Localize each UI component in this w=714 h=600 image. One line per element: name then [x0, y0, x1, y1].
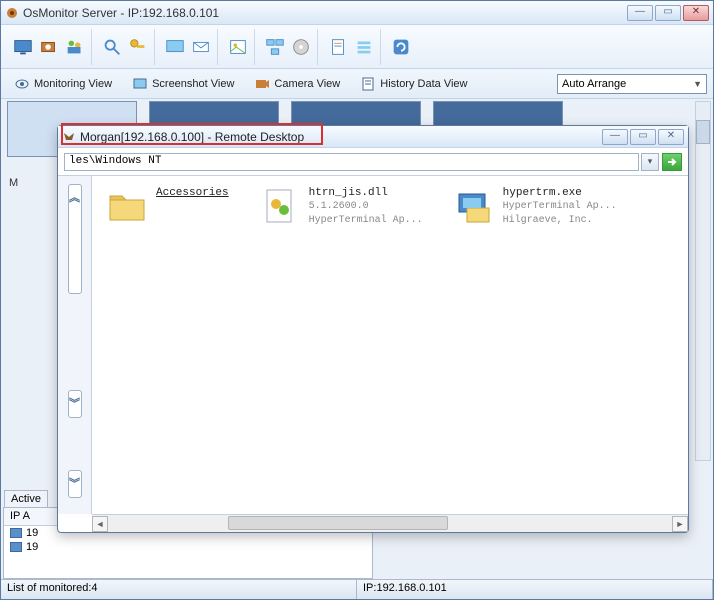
- terminal-icon: [453, 186, 495, 228]
- path-field[interactable]: les\Windows NT: [64, 153, 639, 171]
- key-icon[interactable]: [126, 35, 150, 59]
- sub-title-text: Morgan[192.168.0.100] - Remote Desktop: [80, 130, 602, 144]
- refresh-icon[interactable]: [389, 35, 413, 59]
- chevron-down-icon: ︾: [69, 475, 80, 491]
- chevron-up-icon: ︽: [69, 189, 80, 205]
- status-bar: List of monitored:4 IP:192.168.0.101: [1, 579, 713, 599]
- scroll-left-button[interactable]: ◄: [92, 516, 108, 532]
- display-icon[interactable]: [163, 35, 187, 59]
- monitoring-label: Monitoring View: [34, 78, 112, 90]
- network-icon[interactable]: [263, 35, 287, 59]
- thumb-label: M: [9, 177, 18, 189]
- photo-icon[interactable]: [226, 35, 250, 59]
- search-icon[interactable]: [100, 35, 124, 59]
- vertical-scrollbar[interactable]: [695, 101, 711, 461]
- exe-vendor: Hilgraeve, Inc.: [503, 214, 617, 228]
- app-icon: [5, 6, 19, 20]
- arrange-dropdown[interactable]: Auto Arrange ▼: [557, 74, 707, 94]
- exe-item[interactable]: hypertrm.exe HyperTerminal Ap... Hilgrae…: [453, 186, 617, 228]
- window-controls: — ▭ ✕: [627, 5, 709, 21]
- exe-name: hypertrm.exe: [503, 186, 617, 200]
- list-icon[interactable]: [352, 35, 376, 59]
- pc-icon: [10, 542, 22, 552]
- chevron-down-icon: ▼: [693, 79, 702, 89]
- dll-desc: HyperTerminal Ap...: [309, 214, 423, 228]
- view-bar: Monitoring View Screenshot View Camera V…: [1, 69, 713, 99]
- eagle-icon: [62, 130, 76, 144]
- sub-titlebar: Morgan[192.168.0.100] - Remote Desktop —…: [58, 126, 688, 148]
- explorer-body: ︽ ︾ ︾ Accessories: [58, 176, 688, 514]
- table-row[interactable]: 19: [4, 540, 372, 554]
- camera-label: Camera View: [274, 78, 340, 90]
- dll-version: 5.1.2600.0: [309, 200, 423, 214]
- scroll-right-button[interactable]: ►: [672, 516, 688, 532]
- status-ip: IP:192.168.0.101: [357, 580, 713, 599]
- monitor-icon[interactable]: [11, 35, 35, 59]
- camera-view-button[interactable]: Camera View: [247, 73, 347, 95]
- mail-icon[interactable]: [189, 35, 213, 59]
- screenshot-label: Screenshot View: [152, 78, 234, 90]
- minimize-button[interactable]: —: [627, 5, 653, 21]
- file-area[interactable]: Accessories htrn_jis.dll 5.1.2600.0 Hype…: [92, 176, 688, 514]
- users-icon[interactable]: [63, 35, 87, 59]
- horizontal-scrollbar[interactable]: ◄ ►: [92, 514, 688, 532]
- close-button[interactable]: ✕: [683, 5, 709, 21]
- screenshot-view-button[interactable]: Screenshot View: [125, 73, 241, 95]
- sidebar-pane[interactable]: ︾: [68, 390, 82, 418]
- folder-name: Accessories: [156, 186, 229, 200]
- camera-icon[interactable]: [37, 35, 61, 59]
- sub-minimize-button[interactable]: —: [602, 129, 628, 145]
- exe-desc: HyperTerminal Ap...: [503, 200, 617, 214]
- folder-icon: [106, 186, 148, 228]
- monitoring-view-button[interactable]: Monitoring View: [7, 73, 119, 95]
- active-tab[interactable]: Active: [4, 490, 48, 507]
- arrow-right-icon: [666, 156, 678, 168]
- main-title: OsMonitor Server - IP:192.168.0.101: [19, 6, 627, 20]
- sidebar-pane[interactable]: ︾: [68, 470, 82, 498]
- scroll-track[interactable]: [108, 516, 672, 532]
- history-icon: [360, 76, 376, 92]
- sub-close-button[interactable]: ✕: [658, 129, 684, 145]
- sub-maximize-button[interactable]: ▭: [630, 129, 656, 145]
- status-monitored-count: List of monitored:4: [1, 580, 357, 599]
- remote-desktop-window: Morgan[192.168.0.100] - Remote Desktop —…: [57, 125, 689, 533]
- go-button[interactable]: [662, 153, 682, 171]
- screenshot-icon: [132, 76, 148, 92]
- disc-icon[interactable]: [289, 35, 313, 59]
- scroll-thumb[interactable]: [228, 516, 448, 530]
- pc-icon: [10, 528, 22, 538]
- history-label: History Data View: [380, 78, 467, 90]
- dll-item[interactable]: htrn_jis.dll 5.1.2600.0 HyperTerminal Ap…: [259, 186, 423, 228]
- main-toolbar: [1, 25, 713, 69]
- history-dropdown-button[interactable]: ▾: [641, 153, 659, 171]
- explorer-sidebar: ︽ ︾ ︾: [58, 176, 92, 514]
- main-window: OsMonitor Server - IP:192.168.0.101 — ▭ …: [0, 0, 714, 600]
- chevron-down-icon: ︾: [69, 395, 80, 411]
- main-titlebar: OsMonitor Server - IP:192.168.0.101 — ▭ …: [1, 1, 713, 25]
- dll-icon: [259, 186, 301, 228]
- maximize-button[interactable]: ▭: [655, 5, 681, 21]
- folder-item[interactable]: Accessories: [106, 186, 229, 228]
- dropdown-value: Auto Arrange: [562, 78, 626, 90]
- eye-icon: [14, 76, 30, 92]
- sidebar-pane[interactable]: ︽: [68, 184, 82, 294]
- history-view-button[interactable]: History Data View: [353, 73, 474, 95]
- camera-view-icon: [254, 76, 270, 92]
- doc-icon[interactable]: [326, 35, 350, 59]
- address-bar: les\Windows NT ▾: [58, 148, 688, 176]
- dll-name: htrn_jis.dll: [309, 186, 423, 200]
